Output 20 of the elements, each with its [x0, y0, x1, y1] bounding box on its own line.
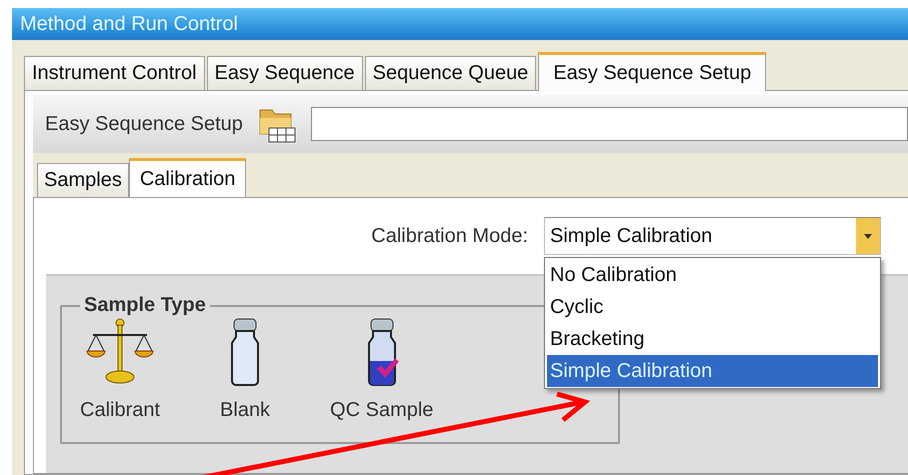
window-title: Method and Run Control	[12, 8, 908, 40]
dropdown-option[interactable]: Simple Calibration	[547, 355, 878, 387]
tab[interactable]: Samples	[37, 163, 129, 197]
dropdown[interactable]: Simple Calibration	[544, 217, 881, 255]
tab[interactable]: Sequence Queue	[364, 56, 536, 90]
tab[interactable]: Easy Sequence	[206, 56, 363, 90]
dropdown-caret-icon[interactable]	[856, 218, 880, 254]
input-field[interactable]	[310, 107, 908, 141]
sample-type-label: Blank	[220, 399, 270, 422]
tab[interactable]: Instrument Control	[24, 56, 205, 90]
sample-type-label: QC Sample	[330, 399, 434, 422]
tab[interactable]: Calibration	[128, 158, 246, 198]
dropdown-option[interactable]: Bracketing	[547, 323, 878, 355]
tab[interactable]: Easy Sequence Setup	[538, 52, 766, 91]
toolbar-label: Easy Sequence Setup	[45, 112, 243, 136]
field-label: Calibration Mode:	[371, 224, 528, 248]
dropdown-option[interactable]: No Calibration	[547, 259, 878, 291]
dropdown-option[interactable]: Cyclic	[547, 291, 878, 323]
sample-type-label: Calibrant	[80, 399, 160, 422]
group-title: Sample Type	[83, 294, 207, 317]
